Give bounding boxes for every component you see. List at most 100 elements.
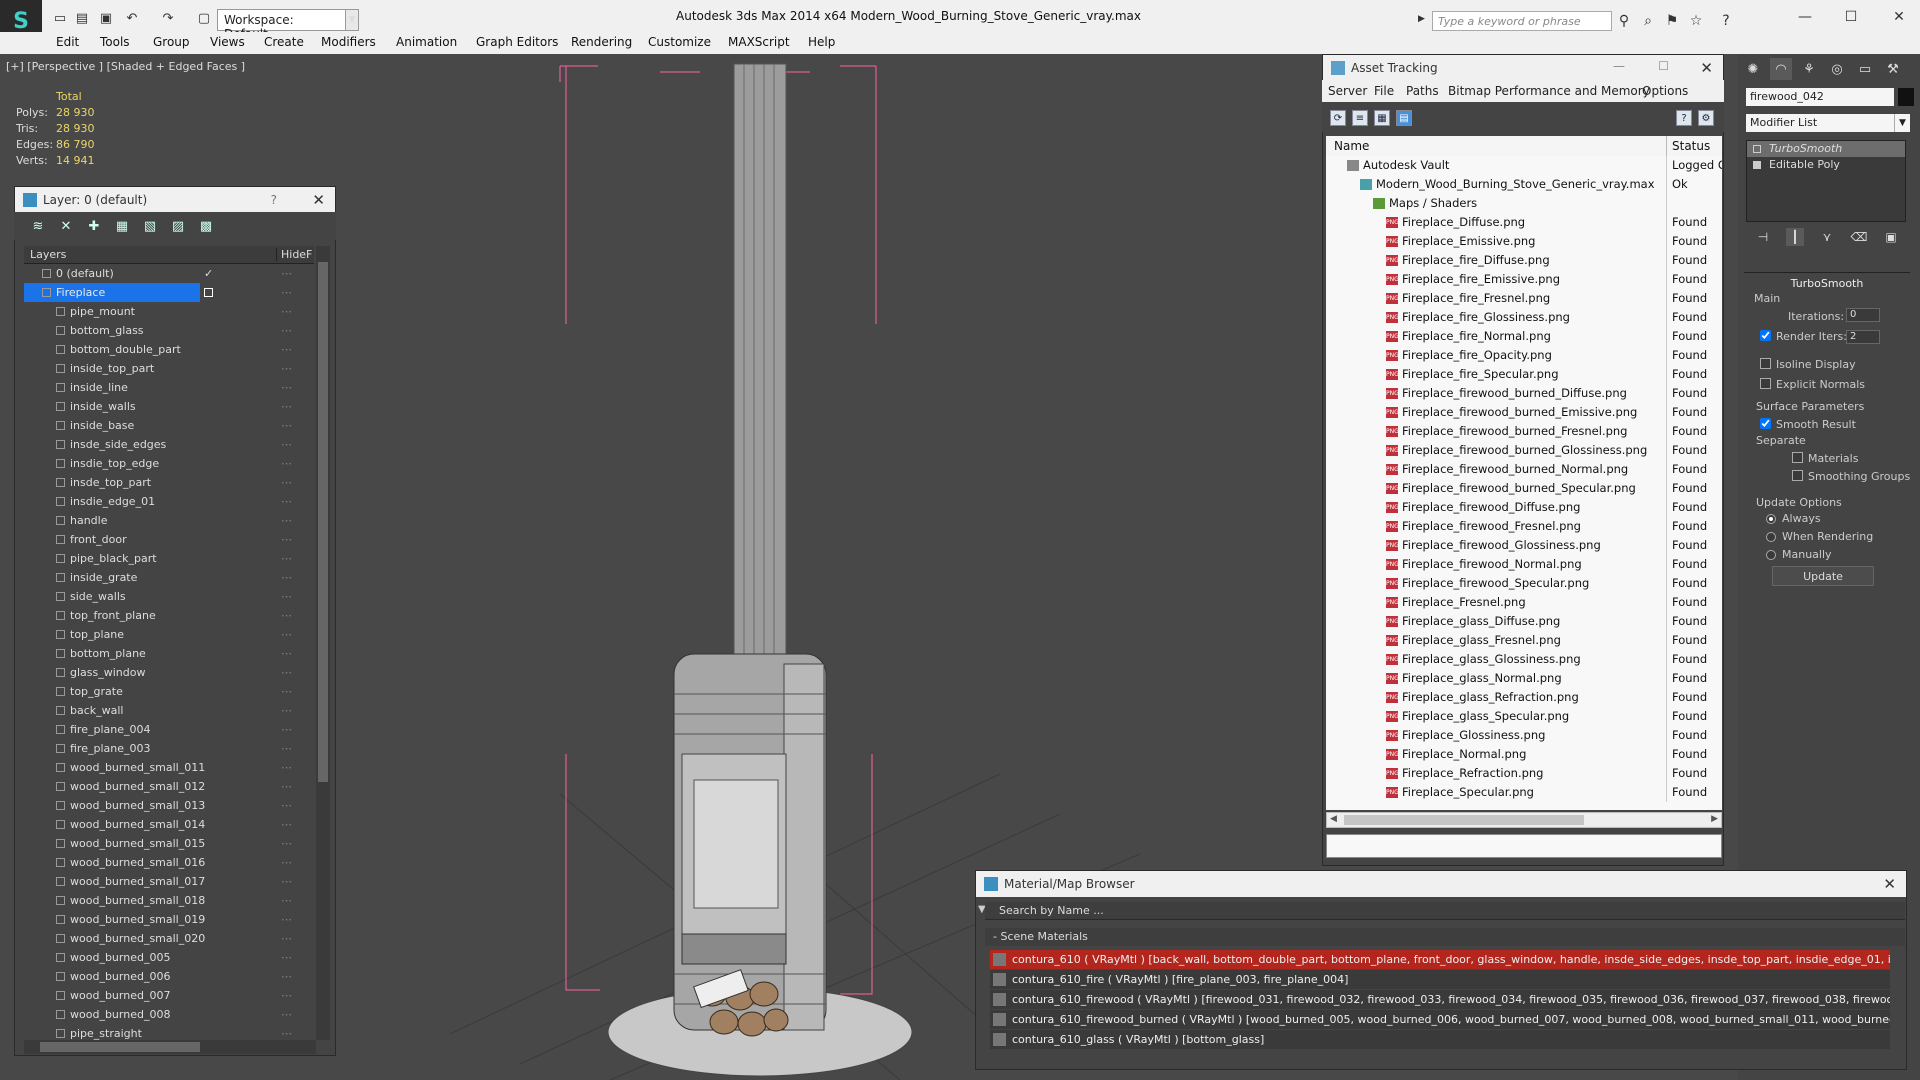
hide-toggle[interactable]: ⋯ <box>281 435 292 454</box>
layer-row[interactable]: pipe_straight ⋯ <box>24 1024 314 1040</box>
asset-row[interactable]: PNG Fireplace_Specular.png Found <box>1326 783 1722 802</box>
hide-toggle[interactable]: ⋯ <box>281 682 292 701</box>
settings-icon[interactable]: ⚙ <box>1698 110 1714 126</box>
hide-toggle[interactable]: ⋯ <box>281 872 292 891</box>
hide-toggle[interactable]: ⋯ <box>281 720 292 739</box>
hide-toggle[interactable]: ⋯ <box>281 1024 292 1040</box>
update-button[interactable]: Update <box>1772 566 1874 586</box>
asset-row[interactable]: PNG Fireplace_firewood_burned_Diffuse.png… <box>1326 384 1722 403</box>
asset-row[interactable]: PNG Fireplace_glass_Diffuse.png Found <box>1326 612 1722 631</box>
hide-toggle[interactable]: ⋯ <box>281 891 292 910</box>
asset-row[interactable]: Maps / Shaders <box>1326 194 1722 213</box>
layer-row[interactable]: wood_burned_small_015 ⋯ <box>24 834 314 853</box>
close-icon[interactable]: ✕ <box>1700 59 1713 77</box>
asset-row[interactable]: PNG Fireplace_Diffuse.png Found <box>1326 213 1722 232</box>
hide-toggle[interactable]: ⋯ <box>281 929 292 948</box>
add-layer-icon[interactable]: ✚ <box>84 216 104 236</box>
layer-row[interactable]: pipe_black_part ⋯ <box>24 549 314 568</box>
save-file-icon[interactable]: ▣ <box>96 8 116 28</box>
layer-row[interactable]: wood_burned_small_020 ⋯ <box>24 929 314 948</box>
modify-tab-icon[interactable]: ◠ <box>1770 58 1792 80</box>
help-icon[interactable]: ? <box>1716 11 1736 31</box>
communication-icon[interactable]: ⚑ <box>1662 11 1682 31</box>
hide-toggle[interactable]: ⋯ <box>281 264 292 283</box>
menu-customize[interactable]: Customize <box>648 35 711 49</box>
project-folder-icon[interactable]: ▢ <box>194 8 214 28</box>
material-row[interactable]: contura_610_firewood_burned ( VRayMtl ) … <box>990 1010 1890 1029</box>
material-row[interactable]: contura_610_firewood ( VRayMtl ) [firewo… <box>990 990 1890 1009</box>
search-input[interactable]: Type a keyword or phrase <box>1432 11 1612 31</box>
layer-row[interactable]: insde_side_edges ⋯ <box>24 435 314 454</box>
hide-toggle[interactable]: ⋯ <box>281 796 292 815</box>
pin-stack-icon[interactable]: ⊣ <box>1754 228 1772 246</box>
menu-options[interactable]: Options <box>1642 84 1688 98</box>
stack-item-turbosmooth[interactable]: TurboSmooth <box>1747 141 1905 157</box>
column-layers[interactable]: Layers <box>30 248 66 261</box>
layer-row[interactable]: wood_burned_small_014 ⋯ <box>24 815 314 834</box>
scrollbar-thumb[interactable] <box>40 1042 200 1052</box>
asset-row[interactable]: PNG Fireplace_firewood_burned_Normal.png F… <box>1326 460 1722 479</box>
utilities-tab-icon[interactable]: ⚒ <box>1882 58 1904 80</box>
new-file-icon[interactable]: ▭ <box>50 8 70 28</box>
open-file-icon[interactable]: ▤ <box>72 8 92 28</box>
viewport-label[interactable]: [+] [Perspective ] [Shaded + Edged Faces… <box>6 60 245 73</box>
asset-row[interactable]: PNG Fireplace_Emissive.png Found <box>1326 232 1722 251</box>
undo-icon[interactable]: ↶ <box>122 8 142 28</box>
layer-row[interactable]: wood_burned_006 ⋯ <box>24 967 314 986</box>
asset-row[interactable]: PNG Fireplace_fire_Opacity.png Found <box>1326 346 1722 365</box>
hide-toggle[interactable]: ⋯ <box>281 606 292 625</box>
chevron-down-icon[interactable]: ▼ <box>345 9 359 31</box>
hide-toggle[interactable]: ⋯ <box>281 549 292 568</box>
scene-materials-header[interactable]: - Scene Materials <box>985 928 1905 946</box>
layer-row[interactable]: wood_burned_007 ⋯ <box>24 986 314 1005</box>
layer-row[interactable]: 0 (default) ✓ ⋯ <box>24 264 314 283</box>
chevron-right-icon[interactable]: ▶ <box>1418 14 1425 24</box>
update-manually-radio[interactable] <box>1766 550 1776 560</box>
isoline-display-checkbox[interactable] <box>1760 358 1771 369</box>
asset-row[interactable]: PNG Fireplace_fire_Emissive.png Found <box>1326 270 1722 289</box>
scrollbar-thumb[interactable] <box>1344 815 1584 825</box>
layer-row[interactable]: side_walls ⋯ <box>24 587 314 606</box>
table-view-icon[interactable]: ▤ <box>1396 110 1412 126</box>
layer-row[interactable]: wood_burned_005 ⋯ <box>24 948 314 967</box>
hide-toggle[interactable]: ⋯ <box>281 967 292 986</box>
hide-toggle[interactable]: ⋯ <box>281 758 292 777</box>
layer-row[interactable]: inside_walls ⋯ <box>24 397 314 416</box>
favorites-star-icon[interactable]: ☆ <box>1686 11 1706 31</box>
menu-bitmap-performance[interactable]: Bitmap Performance and Memory <box>1448 84 1650 98</box>
create-tab-icon[interactable]: ✺ <box>1742 58 1764 80</box>
help-icon[interactable]: ? <box>271 193 277 207</box>
menu-group[interactable]: Group <box>153 35 190 49</box>
layer-row[interactable]: handle ⋯ <box>24 511 314 530</box>
material-row[interactable]: contura_610_fire ( VRayMtl ) [fire_plane… <box>990 970 1890 989</box>
show-end-result-icon[interactable]: ┃ <box>1786 228 1804 246</box>
menu-maxscript[interactable]: MAXScript <box>728 35 790 49</box>
layer-row[interactable]: wood_burned_small_011 ⋯ <box>24 758 314 777</box>
stack-item-editable-poly[interactable]: Editable Poly <box>1747 157 1905 173</box>
menu-views[interactable]: Views <box>210 35 245 49</box>
hide-all-icon[interactable]: ▩ <box>196 216 216 236</box>
motion-tab-icon[interactable]: ◎ <box>1826 58 1848 80</box>
hide-toggle[interactable]: ⋯ <box>281 986 292 1005</box>
hide-toggle[interactable]: ⋯ <box>281 853 292 872</box>
asset-row[interactable]: PNG Fireplace_firewood_burned_Fresnel.png… <box>1326 422 1722 441</box>
hide-toggle[interactable]: ⋯ <box>281 473 292 492</box>
hide-toggle[interactable]: ⋯ <box>281 1005 292 1024</box>
maximize-icon[interactable]: ☐ <box>1836 6 1866 28</box>
asset-row[interactable]: PNG Fireplace_Fresnel.png Found <box>1326 593 1722 612</box>
asset-row[interactable]: PNG Fireplace_firewood_burned_Specular.pn… <box>1326 479 1722 498</box>
current-layer-check-icon[interactable]: ✓ <box>204 264 213 283</box>
layer-row[interactable]: top_grate ⋯ <box>24 682 314 701</box>
asset-row[interactable]: PNG Fireplace_Normal.png Found <box>1326 745 1722 764</box>
smooth-result-checkbox[interactable] <box>1760 418 1771 429</box>
remove-modifier-icon[interactable]: ⌫ <box>1850 228 1868 246</box>
help-icon[interactable]: ? <box>1676 110 1692 126</box>
select-objects-icon[interactable]: ▧ <box>140 216 160 236</box>
layer-panel-titlebar[interactable]: Layer: 0 (default) ? ✕ <box>15 187 335 213</box>
layer-row[interactable]: back_wall ⋯ <box>24 701 314 720</box>
asset-row[interactable]: PNG Fireplace_glass_Refraction.png Found <box>1326 688 1722 707</box>
column-freeze[interactable]: F <box>306 248 312 261</box>
hide-toggle[interactable]: ⋯ <box>281 283 292 302</box>
update-always-radio[interactable] <box>1766 514 1776 524</box>
thumbnail-view-icon[interactable]: ▦ <box>1374 110 1390 126</box>
